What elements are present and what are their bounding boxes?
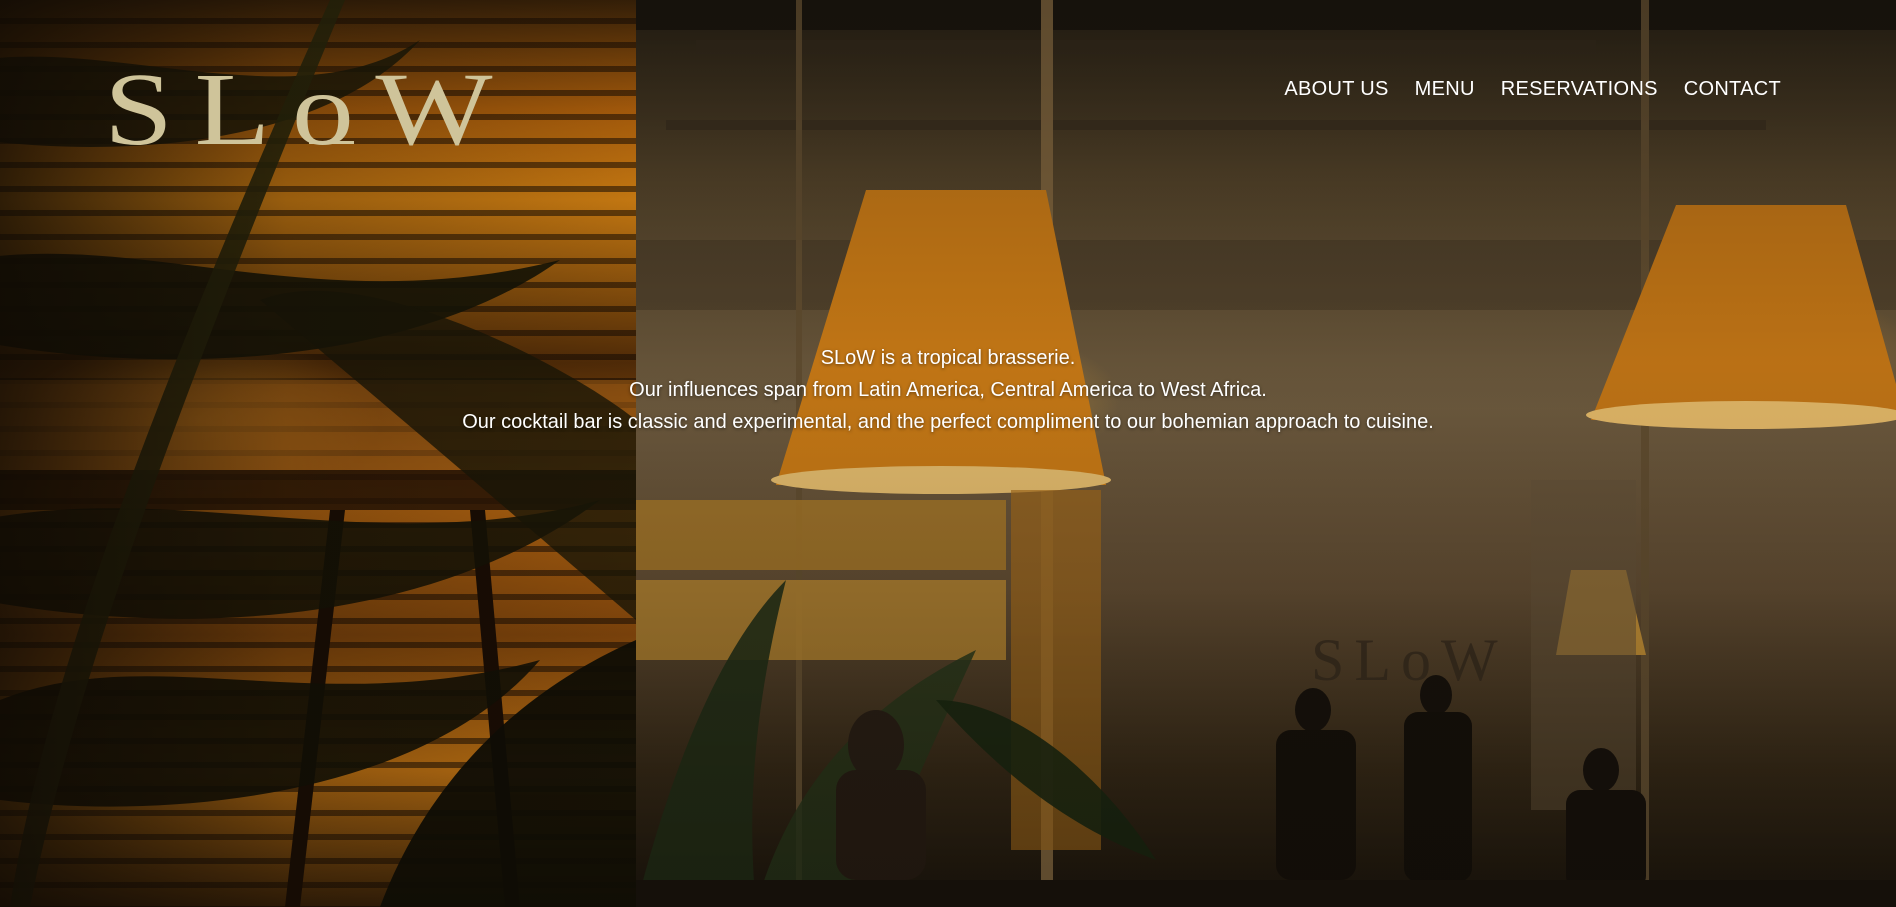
nav-item-contact[interactable]: CONTACT [1684, 78, 1781, 101]
hero-tagline: SLoW is a tropical brasserie. Our influe… [0, 342, 1896, 438]
nav-item-about-us[interactable]: ABOUT US [1284, 78, 1388, 101]
hero-image-right: SLoW [636, 0, 1896, 907]
nav-item-reservations[interactable]: RESERVATIONS [1501, 78, 1658, 101]
tagline-line-2: Our influences span from Latin America, … [629, 379, 1267, 401]
right-overlay [636, 0, 1896, 907]
nav-item-menu[interactable]: MENU [1415, 78, 1475, 101]
tagline-line-3: Our cocktail bar is classic and experime… [462, 411, 1434, 433]
logo-underline [309, 141, 354, 144]
logo-text: SLoW [104, 52, 514, 156]
slow-logo[interactable]: SLoW [104, 28, 534, 156]
main-nav: ABOUT US MENU RESERVATIONS CONTACT [1284, 78, 1781, 101]
hero-section: SLoW SLoW ABOUT US MENU RESERVATIONS CON [0, 0, 1896, 907]
tagline-line-1: SLoW is a tropical brasserie. [820, 347, 1076, 369]
